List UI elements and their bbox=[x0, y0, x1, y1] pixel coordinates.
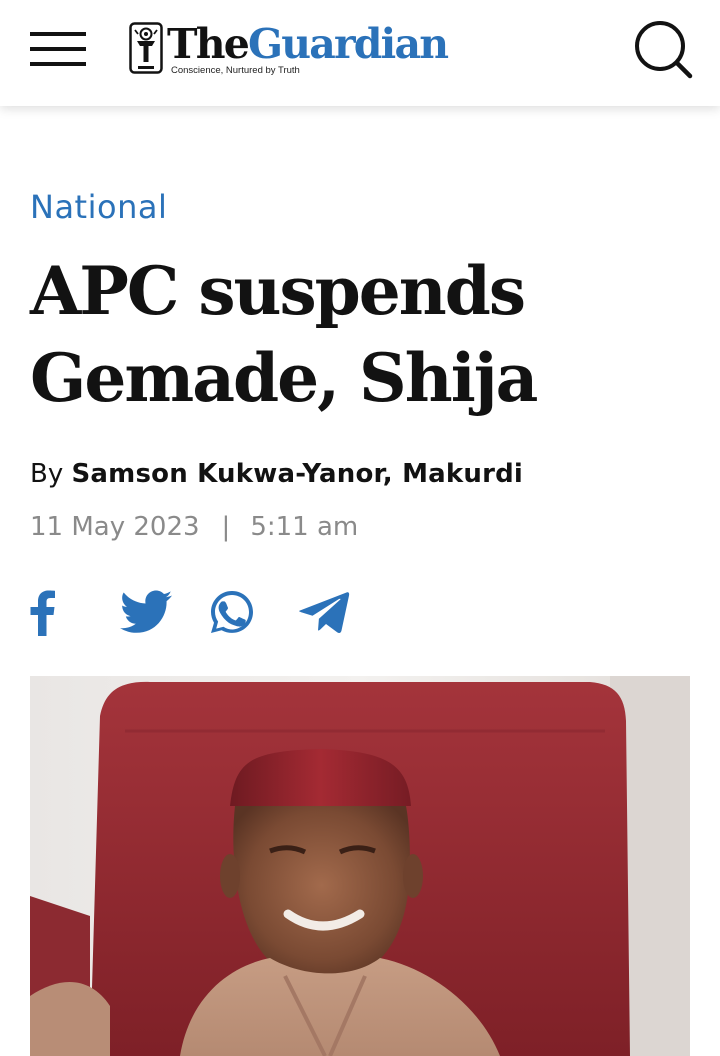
headline-line-2: Gemade, Shija bbox=[30, 339, 538, 417]
author-link[interactable]: Samson Kukwa-Yanor, Makurdi bbox=[72, 459, 524, 489]
byline: By Samson Kukwa-Yanor, Makurdi bbox=[30, 459, 523, 489]
date-separator: | bbox=[221, 512, 231, 542]
hamburger-menu-icon bbox=[30, 32, 86, 36]
search-icon[interactable] bbox=[632, 18, 694, 80]
headline-line-1: APC suspends bbox=[30, 252, 526, 330]
publish-time: 5:11 am bbox=[250, 512, 359, 542]
site-logo[interactable]: TheGuardian Conscience, Nurtured by Trut… bbox=[129, 22, 464, 78]
twitter-icon[interactable] bbox=[120, 588, 172, 636]
logo-wordmark: TheGuardian Conscience, Nurtured by Trut… bbox=[167, 20, 449, 76]
facebook-icon[interactable] bbox=[28, 588, 58, 636]
telegram-icon[interactable] bbox=[298, 588, 350, 636]
menu-button[interactable] bbox=[30, 30, 86, 70]
article-headline: APC suspends Gemade, Shija bbox=[30, 248, 690, 422]
logo-the: The bbox=[167, 20, 250, 68]
category-link[interactable]: National bbox=[30, 188, 167, 226]
logo-tagline: Conscience, Nurtured by Truth bbox=[171, 65, 300, 76]
publish-date: 11 May 2023 bbox=[30, 512, 200, 542]
site-header: TheGuardian Conscience, Nurtured by Trut… bbox=[0, 0, 720, 106]
dateline: 11 May 2023 | 5:11 am bbox=[30, 512, 358, 542]
article-photo bbox=[30, 676, 690, 1056]
guardian-seal-icon bbox=[129, 22, 163, 74]
whatsapp-icon[interactable] bbox=[208, 588, 256, 636]
logo-guardian: Guardian bbox=[248, 20, 449, 68]
byline-prefix: By bbox=[30, 459, 64, 489]
article-photo-image bbox=[30, 676, 690, 1056]
